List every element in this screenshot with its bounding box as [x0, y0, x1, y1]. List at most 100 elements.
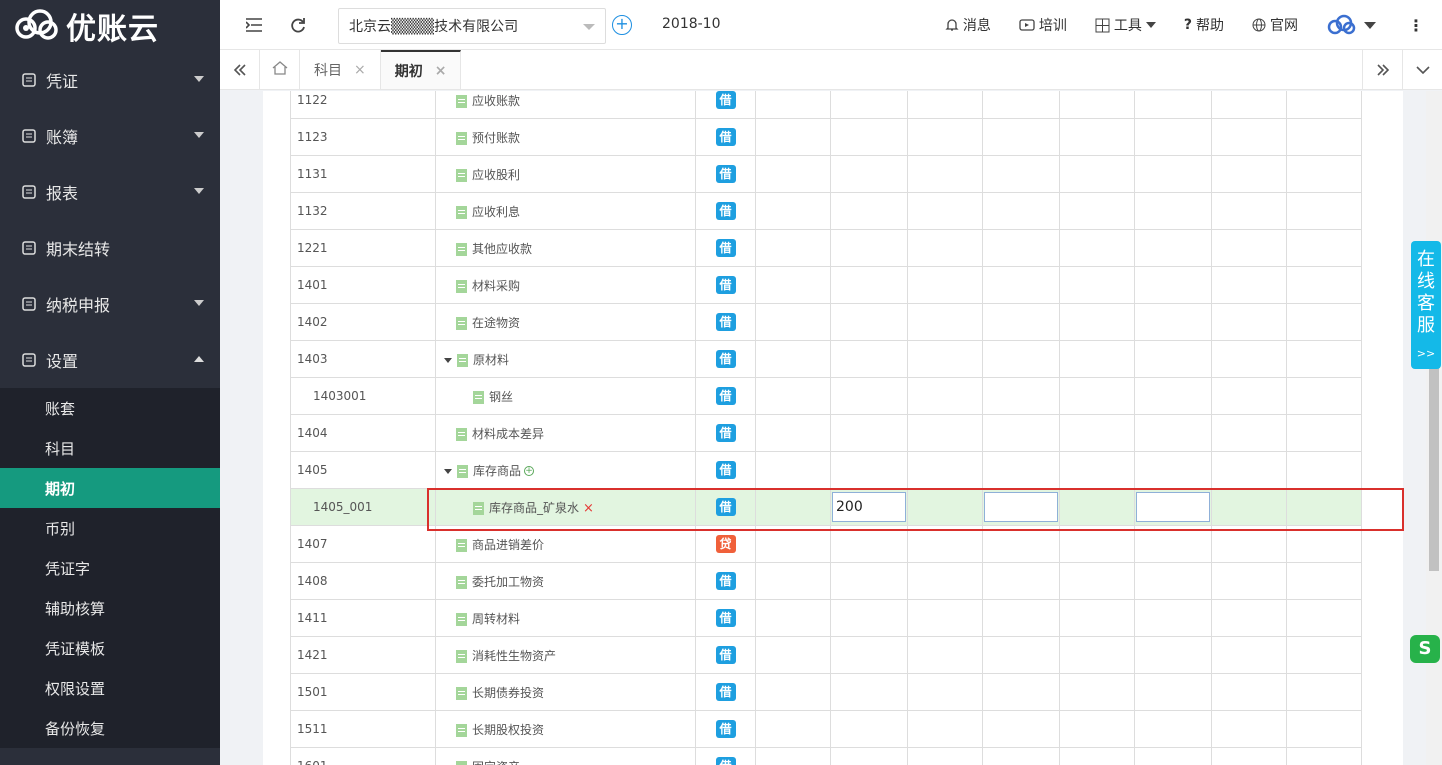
value-cell[interactable] [982, 118, 1060, 156]
value-cell[interactable] [1211, 266, 1287, 304]
value-cell[interactable] [755, 451, 831, 489]
close-icon[interactable]: × [354, 62, 366, 78]
home-tab[interactable] [260, 50, 300, 89]
value-cell[interactable] [1134, 451, 1212, 489]
value-cell[interactable] [1134, 636, 1212, 674]
value-cell[interactable] [1211, 340, 1287, 378]
value-cell[interactable] [830, 451, 908, 489]
value-cell[interactable] [830, 562, 908, 600]
value-cell[interactable] [755, 636, 831, 674]
value-cell[interactable] [907, 488, 983, 526]
opening-balance-input[interactable]: 200 [832, 492, 906, 522]
value-cell[interactable] [755, 710, 831, 748]
tabs-scroll-left-icon[interactable] [220, 50, 260, 89]
sidebar-item-7[interactable]: 权限设置 [0, 668, 220, 708]
value-cell[interactable] [1134, 710, 1212, 748]
value-cell[interactable] [1211, 525, 1287, 563]
value-cell[interactable] [1134, 525, 1212, 563]
value-cell[interactable] [1059, 414, 1135, 452]
value-cell[interactable] [982, 747, 1060, 765]
sidebar-item-0[interactable]: 账套 [0, 388, 220, 428]
period-label[interactable]: 2018-10 [662, 16, 721, 32]
value-cell[interactable] [1059, 229, 1135, 267]
tab-opening[interactable]: 期初 × [380, 50, 462, 89]
sidebar-menu-2[interactable]: 报表 [0, 164, 220, 220]
expand-icon[interactable] [444, 468, 452, 474]
value-cell[interactable] [830, 673, 908, 711]
value-cell[interactable] [755, 118, 831, 156]
table-row[interactable]: 1132 应收利息 借 [290, 192, 1362, 230]
value-cell[interactable] [982, 303, 1060, 341]
value-cell[interactable] [1286, 451, 1362, 489]
value-cell[interactable] [907, 525, 983, 563]
value-cell[interactable] [982, 340, 1060, 378]
value-cell[interactable] [755, 673, 831, 711]
value-cell[interactable] [1134, 673, 1212, 711]
value-cell[interactable] [982, 673, 1060, 711]
value-cell[interactable] [755, 599, 831, 637]
value-cell[interactable] [982, 377, 1060, 415]
value-cell[interactable] [1286, 377, 1362, 415]
value-cell[interactable] [1134, 229, 1212, 267]
table-row[interactable]: 1501 长期债券投资 借 [290, 673, 1362, 711]
table-row[interactable]: 1402 在途物资 借 [290, 303, 1362, 341]
value-cell[interactable] [1286, 229, 1362, 267]
value-cell[interactable] [1134, 192, 1212, 230]
value-cell[interactable] [1134, 91, 1212, 119]
value-cell[interactable] [1211, 710, 1287, 748]
value-cell[interactable] [907, 562, 983, 600]
value-cell[interactable] [1211, 303, 1287, 341]
value-cell[interactable] [830, 266, 908, 304]
value-cell[interactable] [982, 155, 1060, 193]
table-row[interactable]: 1403 原材料 借 [290, 340, 1362, 378]
training-button[interactable]: 培训 [1019, 15, 1067, 35]
value-cell[interactable] [907, 377, 983, 415]
refresh-icon[interactable] [288, 15, 308, 35]
sidebar-menu-5[interactable]: 设置 [0, 332, 220, 388]
value-cell[interactable] [1286, 91, 1362, 119]
value-cell[interactable] [907, 599, 983, 637]
value-cell[interactable] [1134, 562, 1212, 600]
table-row[interactable]: 1405 库存商品 + 借 [290, 451, 1362, 489]
table-row[interactable]: 1123 预付账款 借 [290, 118, 1362, 156]
value-cell[interactable] [1059, 266, 1135, 304]
value-cell[interactable] [755, 414, 831, 452]
value-cell[interactable] [907, 451, 983, 489]
user-menu[interactable] [1326, 14, 1376, 36]
value-cell[interactable] [830, 636, 908, 674]
value-cell[interactable] [830, 414, 908, 452]
value-cell[interactable] [1211, 562, 1287, 600]
value-cell[interactable] [1134, 747, 1212, 765]
table-row[interactable]: 1122 应收账款 借 [290, 91, 1362, 119]
value-cell[interactable] [755, 377, 831, 415]
value-cell[interactable] [755, 266, 831, 304]
value-cell[interactable] [907, 192, 983, 230]
close-icon[interactable]: × [435, 63, 447, 79]
value-cell[interactable] [1059, 451, 1135, 489]
tabs-menu-chevron-down-icon[interactable] [1402, 50, 1442, 90]
value-cell[interactable] [755, 91, 831, 119]
table-row[interactable]: 1403001 钢丝 借 [290, 377, 1362, 415]
value-cell[interactable] [1286, 599, 1362, 637]
value-cell[interactable] [755, 303, 831, 341]
value-cell[interactable] [907, 636, 983, 674]
value-cell[interactable] [1059, 562, 1135, 600]
value-cell[interactable] [982, 229, 1060, 267]
value-cell[interactable] [1134, 377, 1212, 415]
table-row[interactable]: 1601 固定资产 借 [290, 747, 1362, 765]
table-row[interactable]: 1511 长期股权投资 借 [290, 710, 1362, 748]
value-cell[interactable] [907, 266, 983, 304]
value-cell[interactable] [755, 562, 831, 600]
table-row[interactable]: 1404 材料成本差异 借 [290, 414, 1362, 452]
value-cell[interactable] [982, 488, 1060, 526]
website-button[interactable]: 官网 [1252, 15, 1298, 35]
value-cell[interactable] [982, 599, 1060, 637]
value-cell[interactable] [1134, 340, 1212, 378]
value-cell[interactable] [907, 710, 983, 748]
value-cell[interactable] [830, 303, 908, 341]
value-cell[interactable] [1059, 488, 1135, 526]
value-cell[interactable] [1211, 636, 1287, 674]
value-cell[interactable] [755, 747, 831, 765]
value-cell[interactable] [982, 266, 1060, 304]
value-cell[interactable] [1286, 155, 1362, 193]
